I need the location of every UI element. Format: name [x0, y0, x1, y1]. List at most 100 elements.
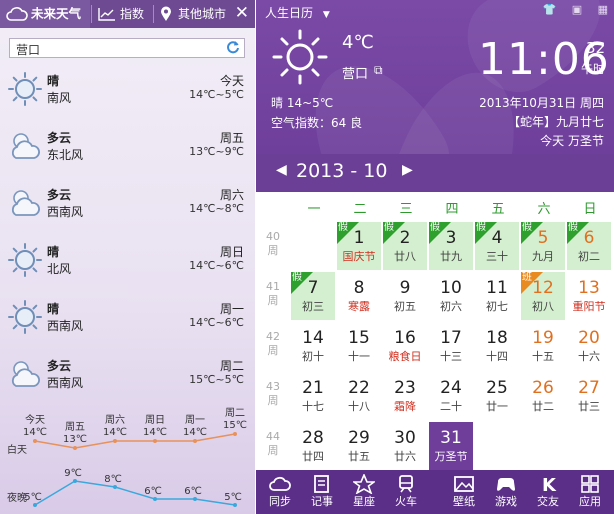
calendar-day[interactable]: 13 重阳节 — [567, 272, 611, 320]
calendar-day[interactable]: 假 7 初三 — [291, 272, 335, 320]
svg-text:K: K — [542, 475, 557, 494]
calendar-day[interactable]: 11 初七 — [475, 272, 519, 320]
lunar-label: 三十 — [486, 250, 508, 263]
forecast-day: 多云 东北风 周五 13℃~9℃ — [0, 123, 255, 177]
location-pin-icon — [161, 6, 171, 21]
calendar-day[interactable]: 16 粮食日 — [383, 322, 427, 370]
calendar-day[interactable]: 23 霜降 — [383, 372, 427, 420]
calendar-day[interactable]: 假 4 三十 — [475, 222, 519, 270]
chart-category-label: 周一 — [185, 414, 205, 426]
close-icon[interactable]: ▦ — [598, 3, 608, 16]
train-icon — [386, 474, 426, 494]
toolbar-button-wallpaper[interactable]: 壁纸 — [444, 470, 484, 514]
forecast-temp-range: 14℃~8℃ — [189, 202, 244, 215]
refresh-icon[interactable] — [226, 40, 240, 58]
forecast-day-name: 今天 — [219, 74, 244, 88]
forecast-condition: 晴 — [47, 245, 60, 259]
day-number: 28 — [302, 428, 324, 448]
prev-month-button[interactable]: ◀ — [276, 162, 287, 178]
day-number: 26 — [532, 378, 554, 398]
calendar-day[interactable]: 17 十三 — [429, 322, 473, 370]
night-temperature-point — [233, 503, 237, 507]
day-number: 18 — [486, 328, 508, 348]
toolbar-button-notepad[interactable]: 记事 — [302, 470, 342, 514]
lunar-label: 初七 — [486, 300, 508, 313]
toolbar-button-apps[interactable]: 应用 — [570, 470, 610, 514]
forecast-day: 多云 西南风 周六 14℃~8℃ — [0, 180, 255, 234]
calendar-day[interactable]: 14 初十 — [291, 322, 335, 370]
cloud-icon — [6, 7, 28, 21]
toolbar-button-kaixin[interactable]: K 交友 — [528, 470, 568, 514]
calendar-header: 人生日历 ▼ 👕 ▣ ▦ 4℃ 营口 ⧉ 11:06 32 午时 晴 14~5℃… — [256, 0, 614, 154]
lunar-date: 【蛇年】九月廿七 — [507, 115, 604, 129]
lunar-label: 廿五 — [348, 450, 370, 463]
night-temperature-line — [34, 480, 236, 506]
calendar-day[interactable]: 9 初五 — [383, 272, 427, 320]
skin-icon[interactable]: 👕 — [542, 3, 556, 16]
weekday-label: 一 — [307, 202, 321, 217]
calendar-day[interactable]: 19 十五 — [521, 322, 565, 370]
calendar-day[interactable]: 班 12 初八 — [521, 272, 565, 320]
day-temperature-label: 13℃ — [63, 434, 87, 445]
calendar-day[interactable]: 18 十四 — [475, 322, 519, 370]
toolbar-button-label: 游戏 — [495, 495, 517, 508]
chart-category-label: 周日 — [145, 414, 165, 426]
calendar-day[interactable]: 假 2 廿八 — [383, 222, 427, 270]
lunar-label: 十三 — [440, 350, 462, 363]
lock-icon[interactable]: ▣ — [572, 3, 582, 16]
calendar-day[interactable]: 28 廿四 — [291, 422, 335, 470]
calendar-day[interactable]: 30 廿六 — [383, 422, 427, 470]
calendar-day[interactable]: 26 廿二 — [521, 372, 565, 420]
calendar-day[interactable]: 15 十一 — [337, 322, 381, 370]
night-temperature-point — [73, 479, 77, 483]
city-search-value: 营口 — [16, 43, 41, 57]
calendar-day[interactable]: 假 3 廿九 — [429, 222, 473, 270]
day-number: 31 — [440, 428, 462, 448]
toolbar-button-cloud[interactable]: 同步 — [260, 470, 300, 514]
calendar-day[interactable]: 22 十八 — [337, 372, 381, 420]
forecast-day-name: 周五 — [219, 131, 244, 145]
calendar-day[interactable]: 27 廿三 — [567, 372, 611, 420]
current-city: 营口 — [342, 67, 369, 82]
notepad-icon — [302, 474, 342, 494]
weekday-label: 日 — [583, 202, 597, 217]
chart-icon — [98, 8, 115, 21]
calendar-day[interactable]: 假 6 初二 — [567, 222, 611, 270]
forecast-wind: 西南风 — [47, 319, 84, 333]
forecast-day: 晴西南风 周一 14℃~6℃ — [0, 294, 255, 348]
calendar-day[interactable]: 10 初六 — [429, 272, 473, 320]
calendar-day[interactable]: 21 十七 — [291, 372, 335, 420]
day-temperature-point — [113, 439, 117, 443]
close-button[interactable]: ✕ — [235, 0, 249, 28]
city-search-input[interactable]: 营口 — [9, 38, 245, 58]
calendar-day[interactable]: 假 1 国庆节 — [337, 222, 381, 270]
calendar-day[interactable]: 8 寒露 — [337, 272, 381, 320]
tab-other-cities[interactable]: 其他城市 — [154, 0, 236, 28]
day-temperature-point — [153, 439, 157, 443]
tab-forecast[interactable]: 未来天气 — [0, 0, 90, 28]
weather-panel: 未来天气 指数 其他城市 ✕ 营口 晴南风 今天 14℃~5℃ 多云 东北风 周五 13℃~… — [0, 0, 255, 514]
toolbar-button-train[interactable]: 火车 — [386, 470, 426, 514]
calendar-day[interactable]: 31 万圣节 — [429, 422, 473, 470]
calendar-day[interactable]: 25 廿一 — [475, 372, 519, 420]
calendar-day[interactable]: 假 5 九月 — [521, 222, 565, 270]
cloud-icon — [260, 474, 300, 494]
day-number: 8 — [353, 278, 365, 298]
tab-index[interactable]: 指数 — [92, 0, 152, 28]
toolbar-button-zodiac[interactable]: 星座 — [344, 470, 384, 514]
calendar-day[interactable]: 29 廿五 — [337, 422, 381, 470]
dropdown-icon[interactable]: ▼ — [323, 10, 330, 20]
day-temperature-label: 14℃ — [183, 427, 207, 438]
lunar-label: 十四 — [486, 350, 508, 363]
calendar-day[interactable]: 24 二十 — [429, 372, 473, 420]
app-title[interactable]: 人生日历 ▼ — [265, 4, 330, 21]
next-month-button[interactable]: ▶ — [402, 162, 413, 178]
lunar-label: 廿四 — [302, 450, 324, 463]
lunar-label: 九月 — [532, 250, 554, 263]
calendar-day[interactable]: 20 十六 — [567, 322, 611, 370]
city-switch-icon[interactable]: ⧉ — [374, 63, 383, 78]
month-label[interactable]: 2013 - 10 — [296, 160, 387, 182]
day-number: 22 — [348, 378, 370, 398]
toolbar-button-gamepad[interactable]: 游戏 — [486, 470, 526, 514]
chart-category-label: 周二 — [225, 407, 245, 419]
